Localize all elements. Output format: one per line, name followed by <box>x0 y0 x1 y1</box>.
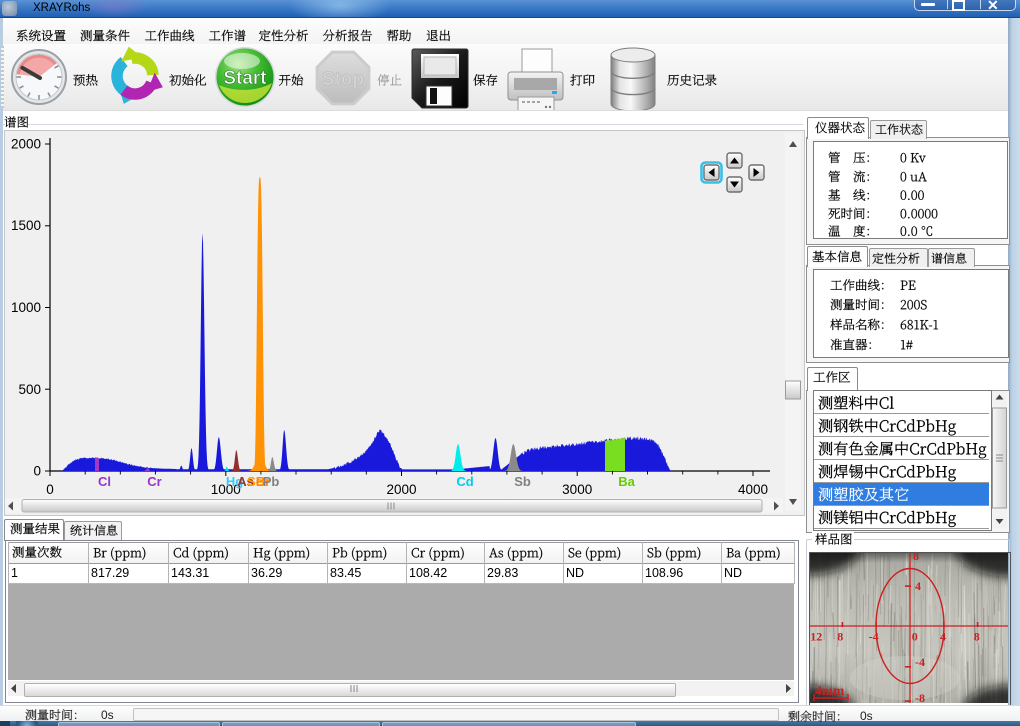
svg-text:Cl: Cl <box>98 474 111 489</box>
svg-text:0: 0 <box>46 482 54 497</box>
svg-text:8: 8 <box>974 630 980 644</box>
svg-text:12: 12 <box>810 630 822 644</box>
svg-text:3000: 3000 <box>562 482 592 497</box>
svg-text:Start: Start <box>223 68 267 89</box>
svg-text:Cr: Cr <box>147 474 161 489</box>
svg-text:4: 4 <box>940 630 946 644</box>
svg-text:0: 0 <box>33 464 41 479</box>
svg-text:Cd: Cd <box>456 474 473 489</box>
svg-text:2000: 2000 <box>386 482 416 497</box>
svg-text:4mm: 4mm <box>815 683 845 698</box>
svg-text:8: 8 <box>913 553 919 563</box>
svg-text:-4: -4 <box>915 655 925 669</box>
svg-text:4: 4 <box>915 579 921 593</box>
svg-text:1000: 1000 <box>11 300 41 315</box>
svg-text:0: 0 <box>912 630 918 644</box>
svg-text:-4: -4 <box>869 630 879 644</box>
svg-text:4000: 4000 <box>738 482 768 497</box>
svg-text:500: 500 <box>18 382 41 397</box>
svg-text:Ba: Ba <box>618 474 635 489</box>
svg-text:8: 8 <box>837 630 843 644</box>
svg-text:1500: 1500 <box>11 218 41 233</box>
svg-text:2000: 2000 <box>11 137 41 152</box>
svg-text:Stop: Stop <box>322 69 364 90</box>
svg-text:-8: -8 <box>915 691 925 703</box>
svg-text:Sb: Sb <box>514 474 531 489</box>
svg-text:Pb: Pb <box>263 474 280 489</box>
